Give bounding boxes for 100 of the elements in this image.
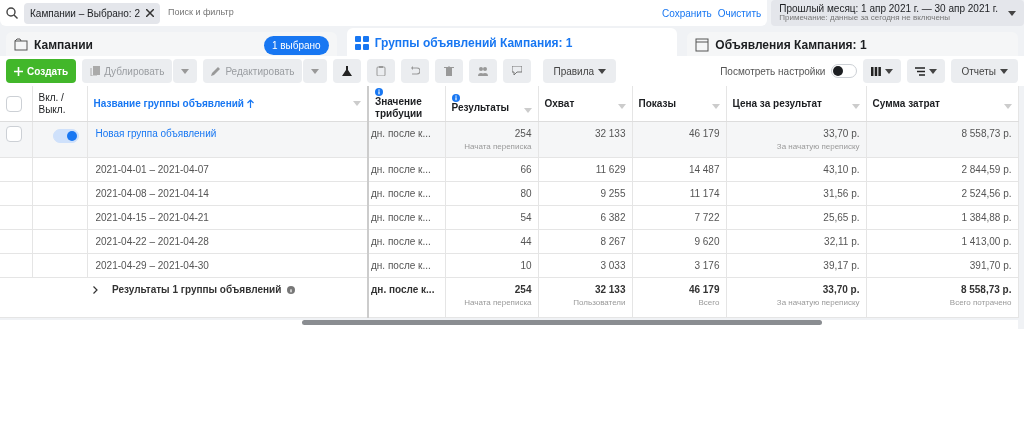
table-cell: 2021-04-01 – 2021-04-07	[95, 164, 209, 175]
selection-badge[interactable]: 1 выбрано	[263, 35, 329, 55]
table-cell-text: дн. после к...	[371, 163, 431, 177]
caret-icon	[1000, 68, 1008, 74]
caret-icon	[929, 68, 938, 74]
column-header[interactable]: Вкл. / Выкл.	[38, 92, 81, 115]
date-range-picker[interactable]: Прошлый месяц: 1 апр 2021 г. — 30 апр 2021 г. Примечание: данные за сегодня не включены	[771, 0, 1024, 26]
column-header[interactable]: Результаты	[451, 101, 510, 114]
row-checkbox[interactable]	[6, 126, 22, 142]
table-cell-text: 8 267	[599, 235, 626, 249]
breakdown-button[interactable]	[907, 59, 946, 83]
table-cell-text: 11 174	[688, 187, 720, 201]
column-header[interactable]: Цена за результат	[732, 97, 822, 110]
plus-icon	[14, 66, 23, 76]
table-cell-text: 33,70 р.	[822, 127, 860, 141]
table-cell-text: 2 524,56 р.	[960, 187, 1012, 201]
table-cell-text: 32 133	[593, 127, 626, 141]
caret-icon	[617, 104, 626, 110]
comment-icon	[512, 66, 523, 76]
dropdown-button[interactable]	[303, 59, 328, 83]
table-cell-text: 2 844,59 р.	[960, 163, 1012, 177]
rules-button[interactable]: Правила	[543, 59, 617, 83]
columns-button[interactable]	[863, 59, 902, 83]
chevron-icon[interactable]	[93, 285, 98, 294]
caret-icon	[1003, 104, 1012, 110]
tab[interactable]: Группы объявлений Кампания: 1	[346, 28, 678, 58]
dropdown-button[interactable]	[173, 59, 198, 83]
clear-link[interactable]: Очистить	[717, 5, 762, 21]
columns-icon	[871, 66, 882, 76]
flask-icon	[342, 66, 353, 76]
cell-note: Начата переписка	[463, 141, 532, 153]
table-cell-text: 8 558,73 р.	[959, 283, 1012, 297]
table-cell-text: 3 033	[599, 259, 626, 273]
table-cell: 2021-04-29 – 2021-04-30	[95, 260, 209, 271]
tab[interactable]: Объявления Кампания: 1	[687, 32, 1018, 58]
info-icon	[287, 285, 296, 294]
grid-icon	[354, 36, 369, 50]
caret-icon	[711, 104, 720, 110]
table-cell-text: 14 487	[687, 163, 720, 177]
status-toggle[interactable]	[52, 129, 79, 143]
total-label: Результаты 1 группы объявлений	[112, 283, 282, 297]
table-cell-text: 8 558,73 р.	[960, 127, 1012, 141]
table-cell-text: 1 413,00 р.	[960, 235, 1012, 249]
caret-icon	[523, 108, 532, 114]
close-icon[interactable]	[145, 9, 154, 17]
caret-icon	[181, 68, 190, 74]
column-header[interactable]: Охват	[544, 97, 575, 110]
table-cell-text: дн. после к...	[371, 259, 431, 273]
reports-button[interactable]: Отчеты	[951, 59, 1018, 83]
caret-icon	[353, 101, 361, 106]
copy-icon	[90, 66, 101, 76]
table-cell-text: 32,11 р.	[823, 235, 860, 249]
table-cell: 2021-04-15 – 2021-04-21	[95, 212, 209, 223]
column-header[interactable]: Значение трибуции	[375, 96, 439, 119]
table-cell-text: 6 382	[599, 211, 626, 225]
table-cell-text: 31,56 р.	[822, 187, 860, 201]
column-header[interactable]: Название группы объявлений	[93, 97, 244, 110]
view-settings-label: Посмотреть настройки	[720, 64, 826, 79]
tab[interactable]: Кампании 1 выбрано	[6, 32, 337, 58]
table-cell-text: 32 133	[593, 283, 626, 297]
search-bar[interactable]: Кампании – Выбрано: 2 Поиск и фильтр Сохранить Очистить	[0, 0, 768, 26]
table-cell-text: 1 384,88 р.	[960, 211, 1012, 225]
table-cell-text: 66	[519, 163, 532, 177]
view-settings-toggle[interactable]	[831, 64, 858, 78]
table-cell-text: 54	[519, 211, 532, 225]
table-cell-text: 9 255	[599, 187, 626, 201]
table-cell-text: 11 629	[594, 163, 626, 177]
adset-name-link[interactable]: Новая группа объявлений	[95, 128, 217, 139]
column-header[interactable]: Показы	[638, 97, 676, 110]
table-cell-text: 254	[513, 127, 532, 141]
filter-chip-label: Кампании – Выбрано: 2	[30, 6, 140, 21]
column-header[interactable]: Сумма затрат	[872, 97, 941, 110]
window-icon	[695, 38, 710, 52]
toolbar-icon-button[interactable]	[333, 59, 362, 83]
cell-note: Всего	[697, 297, 720, 309]
select-all-checkbox[interactable]	[6, 95, 22, 112]
cell-note: Всего потрачено	[948, 297, 1012, 309]
clipboard-icon	[376, 66, 387, 76]
undo-icon	[410, 66, 421, 76]
table-cell-text: 7 722	[693, 211, 720, 225]
table-cell-text: дн. после к...	[371, 235, 431, 249]
table-cell-text: 25,65 р.	[822, 211, 860, 225]
people-icon	[478, 66, 489, 76]
table-cell-text: 33,70 р.	[821, 283, 860, 297]
table-cell-text: 3 176	[693, 259, 720, 273]
save-link[interactable]: Сохранить	[662, 5, 712, 21]
table-cell-text: дн. после к...	[371, 187, 431, 201]
table-cell-text: 39,17 р.	[822, 259, 860, 273]
date-range-note: Примечание: данные за сегодня не включены	[779, 14, 951, 23]
table-cell-text: 43,10 р.	[822, 163, 860, 177]
filter-chip[interactable]: Кампании – Выбрано: 2	[24, 2, 160, 24]
table-cell-text: 46 179	[687, 283, 720, 297]
table-cell-text: 80	[519, 187, 532, 201]
trash-icon	[444, 66, 455, 76]
cell-note: Пользователи	[572, 297, 626, 309]
caret-icon	[1008, 10, 1016, 16]
caret-icon	[885, 68, 894, 74]
table-cell-text: дн. после к...	[371, 283, 435, 297]
caret-icon	[311, 68, 320, 74]
table-cell-text: 9 620	[693, 235, 720, 249]
